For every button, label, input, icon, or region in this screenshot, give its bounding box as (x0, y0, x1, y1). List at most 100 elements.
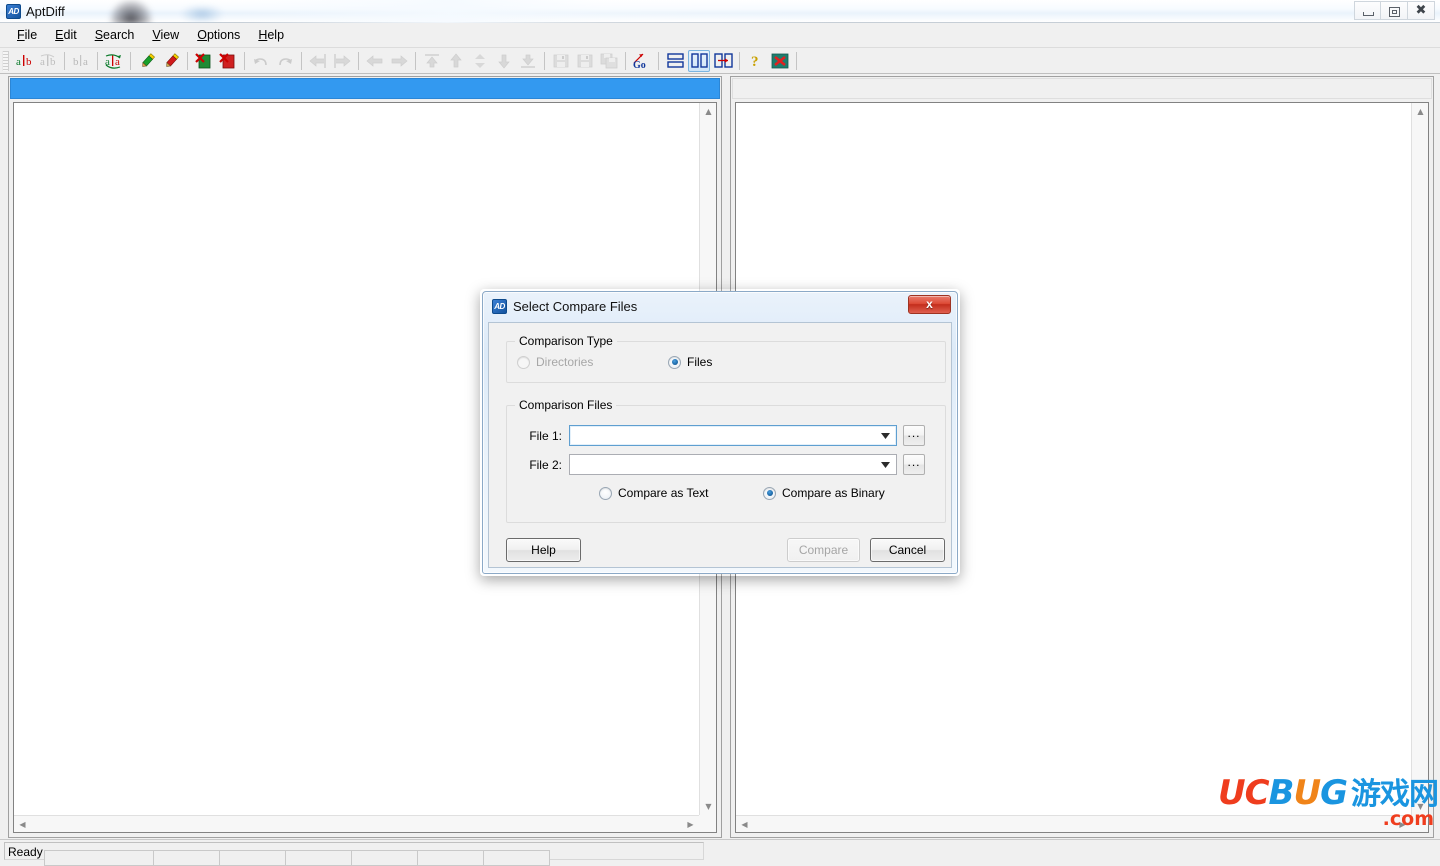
synchronize-panes-icon (713, 53, 733, 68)
dialog-close-button[interactable]: x (908, 295, 951, 314)
left-scroll-down-icon[interactable]: ▼ (700, 798, 717, 815)
undo-icon (254, 57, 267, 65)
horizontal-split-icon (666, 53, 684, 68)
undo-button[interactable] (250, 50, 272, 72)
right-vertical-scrollbar[interactable]: ▲ ▼ (1411, 103, 1428, 815)
file1-combobox[interactable] (569, 425, 897, 446)
comparison-files-group: Comparison Files File 1: ... File 2: ...… (506, 398, 946, 523)
help-button[interactable]: ? (745, 50, 767, 72)
close-button[interactable]: ✖ (1408, 1, 1435, 20)
compare-dialog-button[interactable]: Compare (787, 538, 860, 562)
save-left-button[interactable] (550, 50, 572, 72)
save-all-icon (600, 53, 618, 68)
close-left-button[interactable] (193, 50, 215, 72)
file1-dropdown-arrow-icon[interactable] (877, 426, 894, 445)
left-scroll-up-icon[interactable]: ▲ (700, 103, 717, 120)
copy-to-right-button[interactable] (331, 50, 353, 72)
synchronize-panes-button[interactable] (712, 50, 734, 72)
file2-combobox[interactable] (569, 454, 897, 475)
status-panel-1 (44, 850, 154, 866)
file2-browse-button[interactable]: ... (903, 454, 925, 475)
toolbar-separator-8 (415, 51, 416, 70)
save-left-icon (553, 54, 569, 67)
last-difference-button[interactable] (517, 50, 539, 72)
restore-button[interactable] (1381, 1, 1408, 20)
save-right-button[interactable] (574, 50, 596, 72)
file2-input[interactable] (572, 456, 876, 473)
radio-compare-as-text[interactable]: Compare as Text (599, 486, 709, 500)
title-bar-blur-artifact-1 (110, 0, 152, 24)
window-controls: ✖ (1354, 1, 1435, 21)
file1-input[interactable] (572, 427, 876, 444)
first-difference-button[interactable] (421, 50, 443, 72)
swap-files-button[interactable]: b a (70, 50, 92, 72)
next-change-button[interactable] (493, 50, 515, 72)
right-scroll-up-icon[interactable]: ▲ (1412, 103, 1429, 120)
previous-difference-icon (366, 54, 383, 67)
toolbar-separator-3 (130, 51, 131, 70)
status-panels (44, 850, 550, 866)
edit-right-icon (166, 52, 180, 67)
edit-right-button[interactable] (160, 50, 182, 72)
save-all-button[interactable] (598, 50, 620, 72)
file2-dropdown-arrow-icon[interactable] (877, 455, 894, 474)
help-dialog-button[interactable]: Help (506, 538, 581, 562)
toolbar-separator-4 (187, 51, 188, 70)
compare-directories-button[interactable]: a b (37, 50, 59, 72)
compare-files-button[interactable]: a b (13, 50, 35, 72)
copy-to-right-icon (334, 53, 351, 68)
comparison-type-label: Comparison Type (515, 334, 617, 348)
next-difference-button[interactable] (388, 50, 410, 72)
recompare-button[interactable]: a a (103, 50, 125, 72)
toolbar-separator-10 (625, 51, 626, 70)
radio-directories-label: Directories (536, 355, 594, 369)
toolbar-grip[interactable] (2, 50, 9, 71)
right-horizontal-scrollbar[interactable]: ◀ ▶ (736, 815, 1411, 832)
status-panel-3 (220, 850, 286, 866)
redo-button[interactable] (274, 50, 296, 72)
cancel-dialog-button[interactable]: Cancel (870, 538, 945, 562)
save-right-icon (577, 54, 593, 67)
svg-text:a: a (83, 56, 88, 68)
menu-file[interactable]: File (8, 25, 46, 45)
radio-files[interactable]: Files (668, 355, 712, 369)
radio-directories[interactable]: Directories (517, 355, 593, 369)
minimize-icon (1363, 12, 1374, 16)
close-icon: ✖ (1415, 3, 1427, 18)
right-scroll-left-icon[interactable]: ◀ (736, 816, 753, 833)
svg-text:?: ? (751, 54, 759, 69)
left-horizontal-scrollbar[interactable]: ◀ ▶ (14, 815, 699, 832)
previous-difference-button[interactable] (364, 50, 386, 72)
copy-to-left-button[interactable] (307, 50, 329, 72)
left-scroll-left-icon[interactable]: ◀ (14, 816, 31, 833)
toolbar-separator-12 (739, 51, 740, 70)
goto-line-button[interactable]: Go (631, 50, 653, 72)
left-scroll-right-icon[interactable]: ▶ (682, 816, 699, 833)
right-scroll-right-icon[interactable]: ▶ (1394, 816, 1411, 833)
right-scroll-down-icon[interactable]: ▼ (1412, 798, 1429, 815)
previous-change-button[interactable] (445, 50, 467, 72)
edit-left-button[interactable] (136, 50, 158, 72)
radio-compare-as-binary-indicator (763, 486, 776, 500)
radio-compare-as-binary[interactable]: Compare as Binary (763, 486, 885, 500)
menu-help[interactable]: Help (249, 25, 293, 45)
minimize-button[interactable] (1354, 1, 1381, 20)
current-difference-button[interactable] (469, 50, 491, 72)
toolbar-separator-9 (544, 51, 545, 70)
menu-search[interactable]: Search (86, 25, 144, 45)
dialog-title: Select Compare Files (513, 299, 638, 314)
radio-compare-as-text-label: Compare as Text (618, 486, 709, 500)
toolbar: a b a b b a a a Go ? (0, 48, 1440, 74)
application-window: AD AptDiff ✖ File Edit Search View Optio… (0, 0, 1440, 866)
title-bar: AD AptDiff ✖ (0, 0, 1440, 24)
horizontal-split-button[interactable] (664, 50, 686, 72)
vertical-split-button[interactable] (688, 49, 710, 72)
file1-browse-button[interactable]: ... (903, 425, 925, 446)
exit-button[interactable] (769, 50, 791, 72)
previous-change-icon (450, 52, 462, 67)
close-right-button[interactable] (217, 50, 239, 72)
menu-options[interactable]: Options (188, 25, 249, 45)
menu-edit[interactable]: Edit (46, 25, 86, 45)
last-difference-icon (521, 54, 535, 68)
menu-view[interactable]: View (143, 25, 188, 45)
